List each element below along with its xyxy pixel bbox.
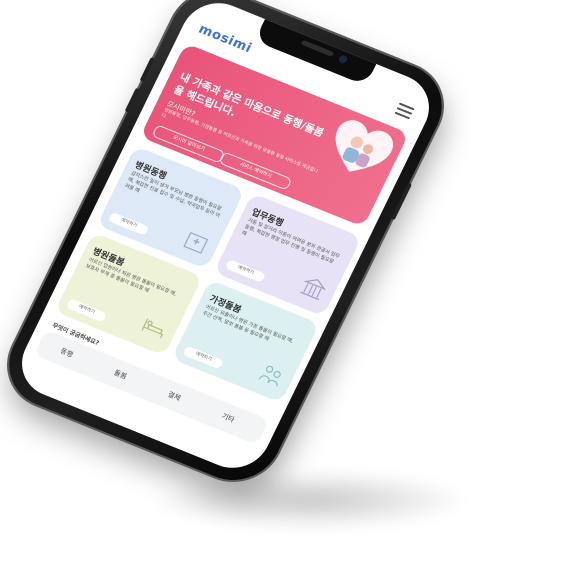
tab-care[interactable]: 돌봄	[95, 361, 146, 389]
reserve-button[interactable]: 예약하기	[224, 259, 267, 284]
card-description: 어르신 입원이나 퇴원 병원 돌봄이 필요할 때, 보호자 부재 중 돌봄이 필…	[84, 256, 178, 298]
reserve-button[interactable]: 예약하기	[107, 211, 150, 236]
reserve-button[interactable]: 예약하기	[65, 298, 108, 323]
building-icon	[300, 279, 327, 301]
card-description: 갑작스런 일이 생겨 부모님 병원 동행이 필요할 때, 복잡한 진료 접수 및…	[123, 170, 223, 220]
reserve-button[interactable]: 예약하기	[182, 345, 224, 370]
tab-other[interactable]: 기타	[203, 404, 254, 432]
bed-icon	[141, 318, 164, 339]
tab-payment[interactable]: 결제	[149, 383, 200, 411]
hamburger-menu-icon[interactable]	[394, 102, 415, 120]
camera	[337, 53, 349, 65]
card-description: 거동 및 장거리 이동이 어려운 분의 관공서 업무 동행, 복잡한 행정 업무…	[240, 217, 341, 266]
hospital-icon	[183, 232, 209, 254]
phone-mockup: mosimi 내 가족과 같은 마음으로 동행/돌봄을 해드립니다. 모시미란?…	[0, 0, 458, 494]
card-description: 어르신 외출이나 병원 가정 돌봄이 필요할 때, 주간 산책, 말벗 돌봄 등…	[201, 304, 295, 345]
heart-photo-icon	[335, 120, 394, 172]
phone-shadow	[150, 470, 470, 530]
home-care-icon	[258, 365, 281, 387]
tab-companion[interactable]: 동행	[41, 339, 92, 367]
